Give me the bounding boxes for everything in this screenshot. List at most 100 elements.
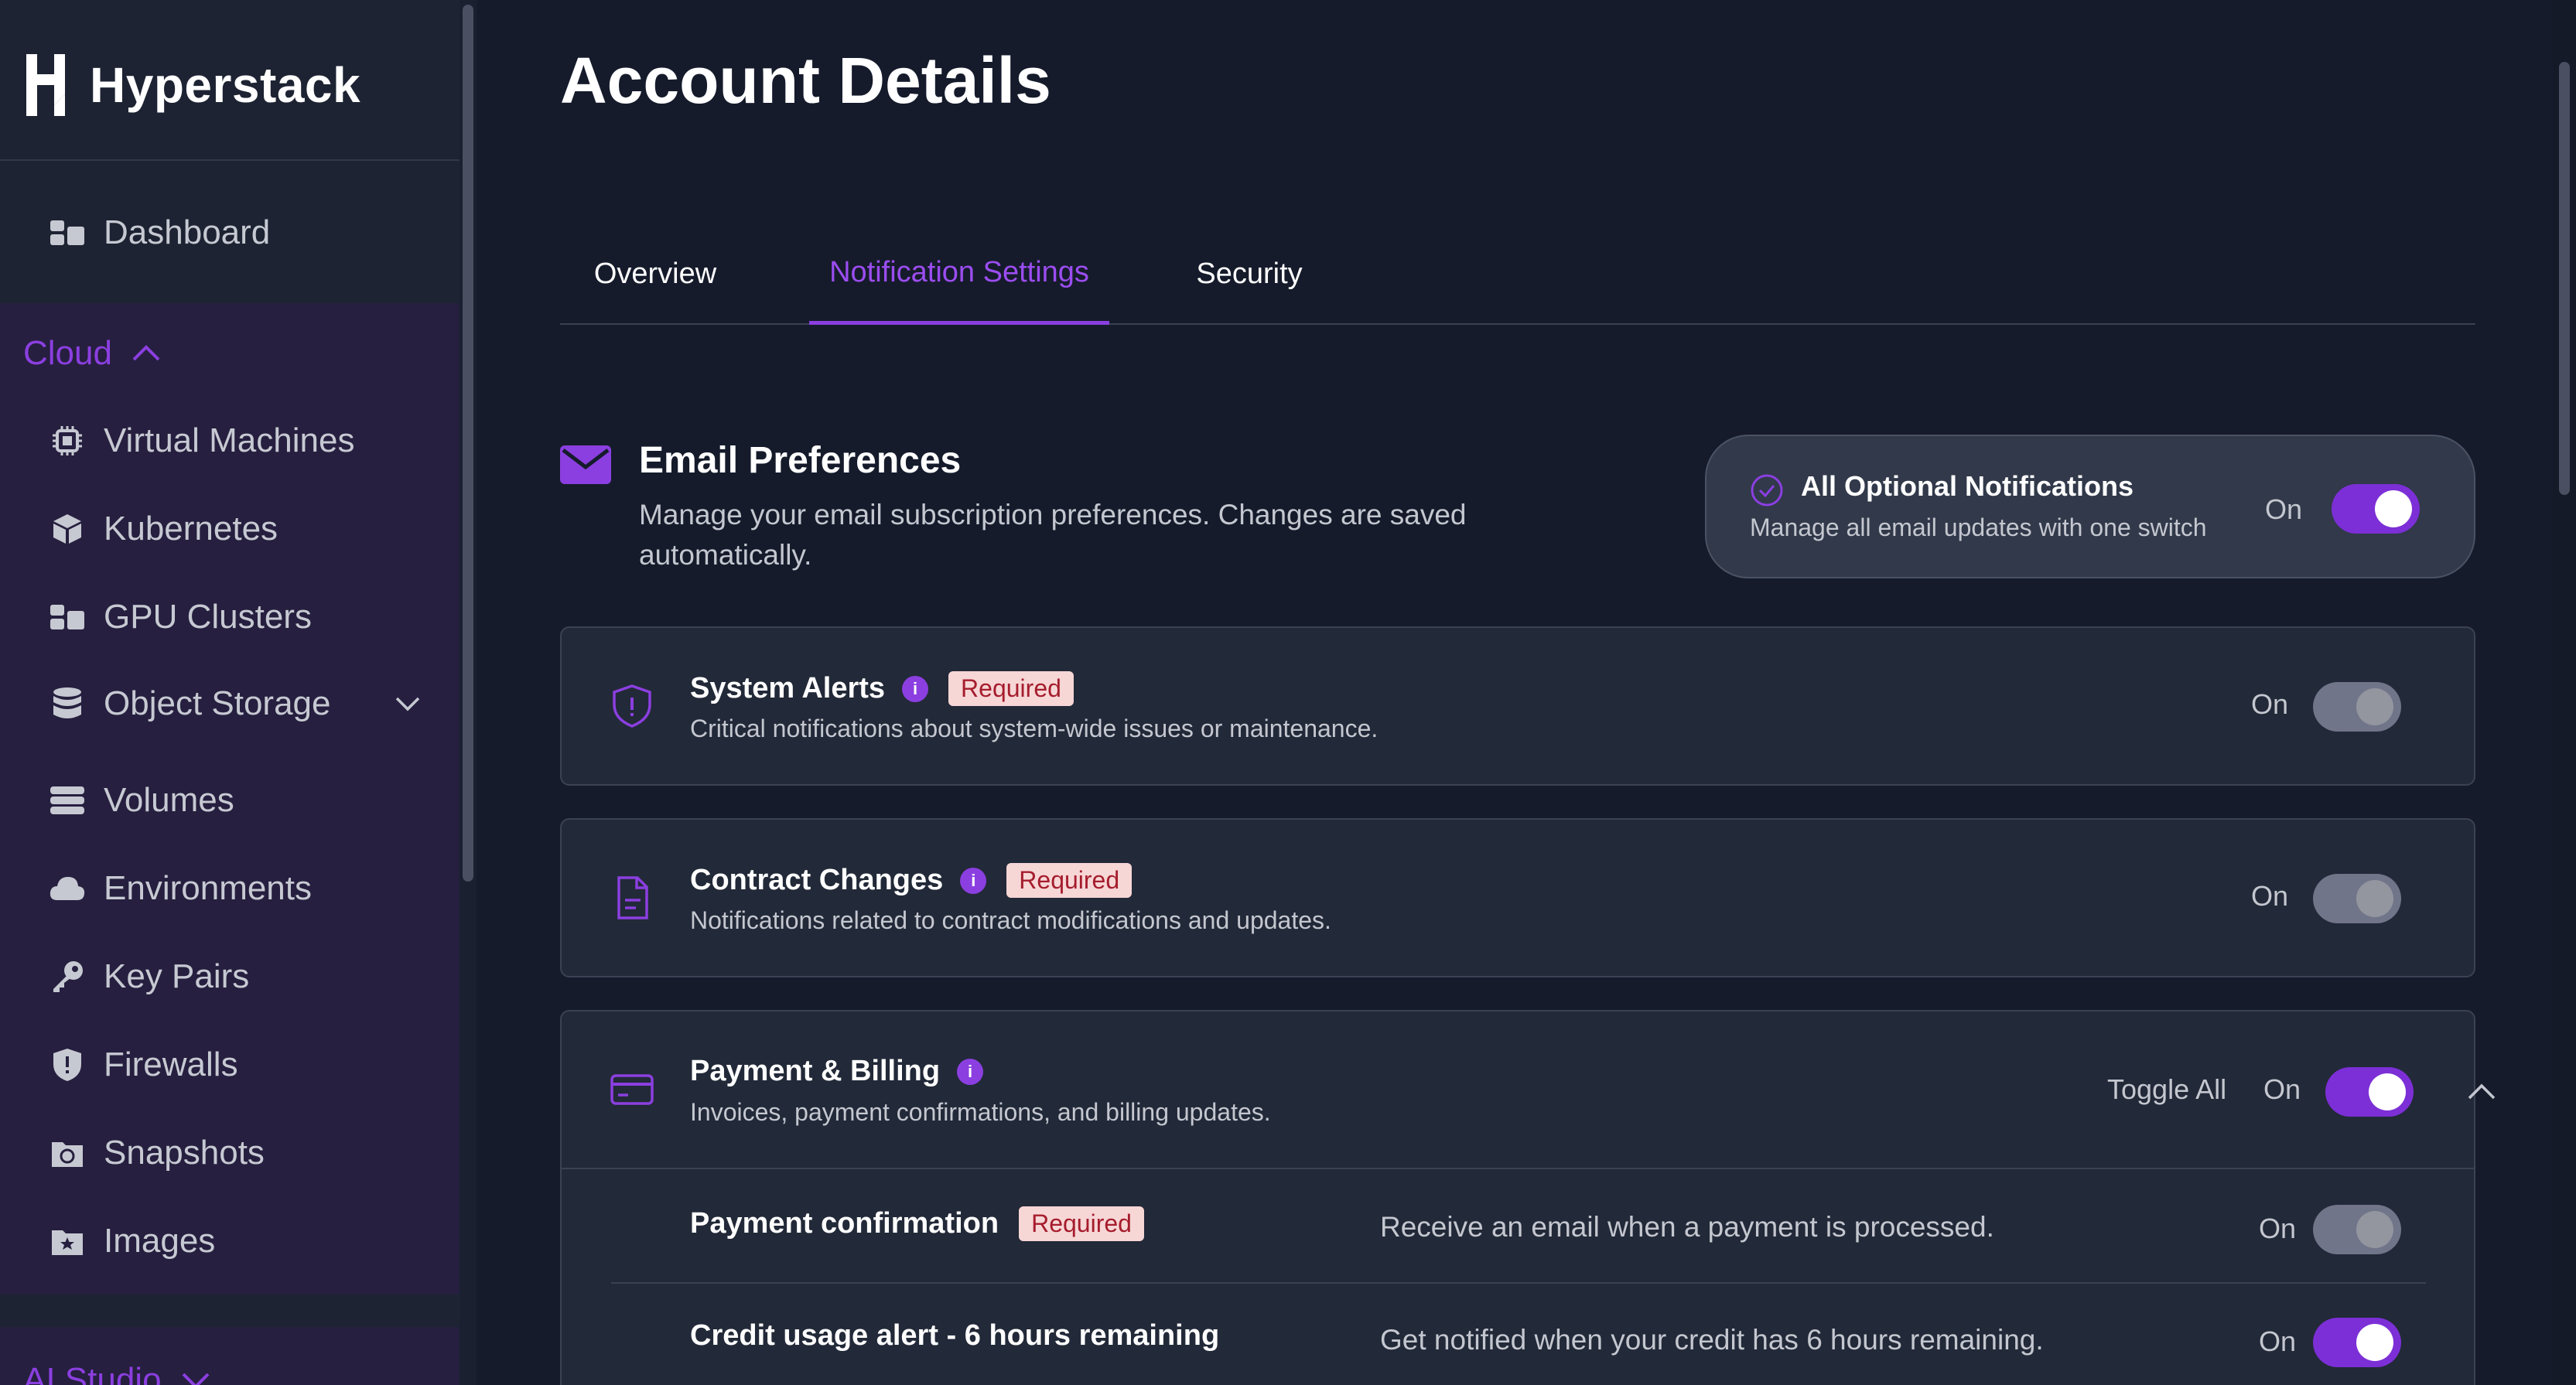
- credit-usage-alert-title: Credit usage alert - 6 hours remaining: [690, 1319, 1219, 1353]
- sidebar-scrollbar[interactable]: [463, 5, 473, 882]
- payment-billing-description: Invoices, payment confirmations, and bil…: [690, 1098, 1271, 1126]
- toggle-knob: [2356, 688, 2393, 725]
- required-badge: Required: [948, 671, 1074, 706]
- toggle-knob: [2375, 490, 2412, 527]
- sidebar-item-object-storage[interactable]: Object Storage: [50, 673, 436, 735]
- credit-card-icon: [610, 1074, 654, 1105]
- tab-bar: Overview Notification Settings Security: [560, 224, 2475, 325]
- main-content: Account Details Overview Notification Se…: [477, 0, 2576, 1385]
- sidebar-item-label: Kubernetes: [104, 510, 278, 548]
- sidebar-item-virtual-machines[interactable]: Virtual Machines: [50, 410, 436, 472]
- sidebar-item-gpu-clusters[interactable]: GPU Clusters: [50, 586, 436, 648]
- payment-billing-toggle-all[interactable]: [2325, 1067, 2414, 1117]
- all-optional-toggle[interactable]: [2332, 484, 2420, 534]
- sidebar-item-label: Key Pairs: [104, 957, 250, 995]
- grid-icon: [50, 599, 85, 635]
- sidebar-item-firewalls[interactable]: Firewalls: [50, 1034, 436, 1096]
- dashboard-icon: [50, 215, 85, 251]
- toggle-state-label: On: [2251, 688, 2289, 720]
- toggle-state-label: On: [2259, 1325, 2297, 1357]
- sidebar-item-volumes[interactable]: Volumes: [50, 769, 436, 831]
- shield-alert-icon: [613, 684, 651, 728]
- cloud-section-header[interactable]: Cloud: [23, 334, 162, 373]
- sidebar-item-label: Dashboard: [104, 213, 271, 251]
- toggle-knob: [2356, 880, 2393, 917]
- sidebar-item-label: GPU Clusters: [104, 598, 312, 636]
- sidebar-item-label: Volumes: [104, 781, 234, 819]
- chevron-down-icon[interactable]: [395, 696, 421, 711]
- sidebar-item-label: Firewalls: [104, 1046, 238, 1083]
- payment-billing-title: Payment & Billing i: [690, 1055, 984, 1088]
- shield-icon: [50, 1047, 85, 1083]
- all-optional-title: All Optional Notifications: [1801, 470, 2134, 502]
- payment-confirmation-row: Payment confirmation Required Receive an…: [562, 1171, 2477, 1284]
- email-preferences-title: Email Preferences: [639, 440, 962, 481]
- volumes-icon: [50, 783, 85, 818]
- payment-confirmation-title: Payment confirmation Required: [690, 1206, 1144, 1241]
- card-title-text: Contract Changes: [690, 864, 944, 896]
- system-alerts-description: Critical notifications about system-wide…: [690, 715, 1379, 742]
- card-divider: [562, 1168, 2474, 1169]
- page-title: Account Details: [560, 44, 1051, 117]
- ai-studio-section: AI Studio: [0, 1327, 460, 1385]
- chevron-up-icon: [132, 345, 160, 361]
- toggle-state-label: On: [2265, 493, 2303, 525]
- all-optional-subtitle: Manage all email updates with one switch: [1750, 513, 2207, 541]
- toggle-state-label: On: [2263, 1073, 2301, 1105]
- credit-usage-alert-row: Credit usage alert - 6 hours remaining G…: [562, 1284, 2477, 1385]
- chevron-up-icon[interactable]: [2466, 1081, 2497, 1101]
- row-title-text: Payment confirmation: [690, 1207, 999, 1240]
- tab-security[interactable]: Security: [1157, 224, 1341, 323]
- system-alerts-card: System Alerts i Required Critical notifi…: [560, 626, 2475, 786]
- toggle-knob: [2369, 1073, 2406, 1110]
- info-icon[interactable]: i: [902, 675, 929, 702]
- contract-changes-toggle[interactable]: [2313, 874, 2401, 923]
- system-alerts-title: System Alerts i Required: [690, 671, 1074, 706]
- credit-usage-alert-description: Get notified when your credit has 6 hour…: [1380, 1324, 2044, 1356]
- payment-billing-card: Payment & Billing i Invoices, payment co…: [560, 1010, 2496, 1385]
- toggle-all-label: Toggle All: [2107, 1073, 2227, 1105]
- database-icon: [50, 686, 85, 721]
- sidebar-item-dashboard[interactable]: Dashboard: [0, 162, 460, 303]
- ai-studio-title: AI Studio: [23, 1361, 162, 1385]
- sidebar-item-label: Environments: [104, 869, 313, 907]
- tab-overview[interactable]: Overview: [560, 224, 750, 323]
- sidebar-item-kubernetes[interactable]: Kubernetes: [50, 498, 436, 560]
- sidebar-item-images[interactable]: Images: [50, 1210, 436, 1272]
- document-icon: [617, 876, 648, 919]
- cloud-section-title: Cloud: [23, 334, 112, 372]
- key-icon: [50, 959, 85, 994]
- snapshot-icon: [50, 1135, 85, 1171]
- payment-confirmation-description: Receive an email when a payment is proce…: [1380, 1211, 1994, 1243]
- info-icon[interactable]: i: [957, 1058, 984, 1085]
- brand[interactable]: Hyperstack: [23, 46, 360, 124]
- image-icon: [50, 1223, 85, 1259]
- system-alerts-toggle[interactable]: [2313, 682, 2401, 732]
- sidebar-item-environments[interactable]: Environments: [50, 858, 436, 919]
- required-badge: Required: [1019, 1206, 1144, 1241]
- sidebar-item-label: Object Storage: [104, 684, 331, 722]
- required-badge: Required: [1006, 863, 1133, 898]
- sidebar: Hyperstack Dashboard Cloud Virtual Machi…: [0, 0, 477, 1385]
- brand-divider: [0, 159, 460, 161]
- envelope-icon: [560, 445, 611, 484]
- payment-confirmation-toggle[interactable]: [2313, 1205, 2401, 1254]
- window-scrollbar[interactable]: [2559, 62, 2570, 495]
- toggle-state-label: On: [2259, 1213, 2297, 1244]
- card-title-text: System Alerts: [690, 672, 886, 704]
- toggle-knob: [2356, 1324, 2393, 1361]
- chip-icon: [50, 423, 85, 459]
- row-title-text: Credit usage alert - 6 hours remaining: [690, 1319, 1220, 1352]
- sidebar-item-label: Virtual Machines: [104, 421, 355, 459]
- info-icon[interactable]: i: [960, 867, 987, 894]
- hyperstack-logo-icon: [26, 54, 65, 116]
- sidebar-item-key-pairs[interactable]: Key Pairs: [50, 946, 436, 1008]
- sidebar-content: Hyperstack Dashboard Cloud Virtual Machi…: [0, 0, 460, 1385]
- tab-notification-settings[interactable]: Notification Settings: [809, 224, 1109, 325]
- sidebar-item-snapshots[interactable]: Snapshots: [50, 1122, 436, 1184]
- credit-usage-alert-toggle[interactable]: [2313, 1318, 2401, 1367]
- ai-studio-header[interactable]: AI Studio: [23, 1361, 211, 1385]
- sidebar-item-label: Images: [104, 1222, 216, 1260]
- cloud-icon: [50, 871, 85, 906]
- cloud-section: Cloud Virtual Machines Kubernetes GPU Cl…: [0, 303, 460, 1295]
